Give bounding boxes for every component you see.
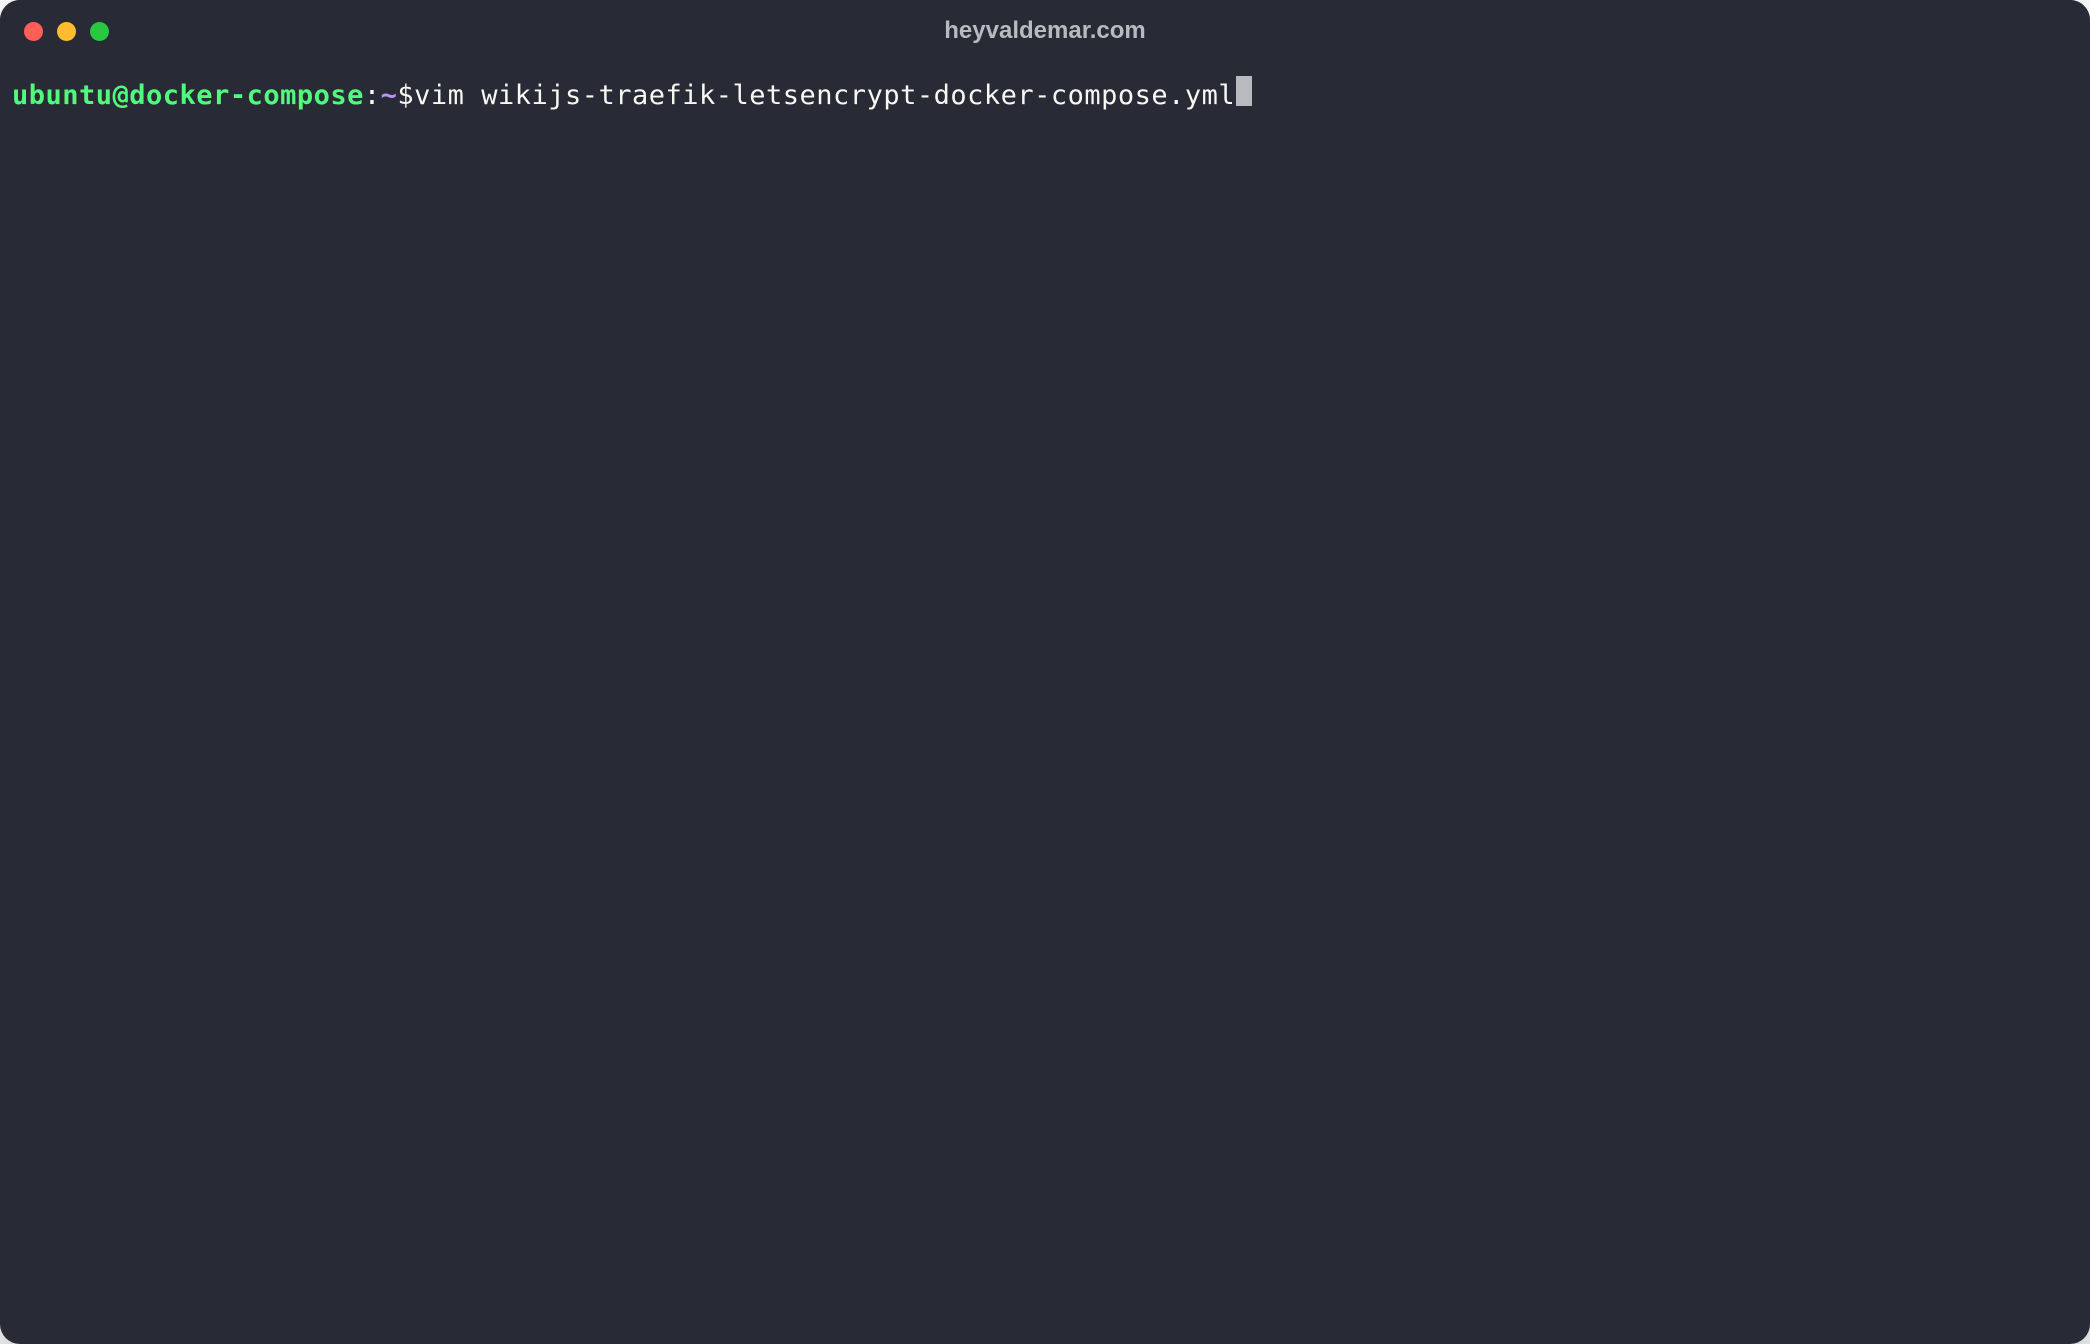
terminal-body[interactable]: ubuntu@docker-compose:~$ vim wikijs-trae… [0,62,2090,1344]
prompt-symbol: $ [397,77,414,115]
traffic-lights [24,22,109,41]
maximize-button[interactable] [90,22,109,41]
prompt-line: ubuntu@docker-compose:~$ vim wikijs-trae… [12,74,2078,115]
prompt-colon: : [364,77,381,115]
terminal-window: heyvaldemar.com ubuntu@docker-compose:~$… [0,0,2090,1344]
prompt-path: ~ [381,77,398,115]
minimize-button[interactable] [57,22,76,41]
command-text: vim wikijs-traefik-letsencrypt-docker-co… [414,77,1235,115]
window-title: heyvaldemar.com [944,17,1145,45]
titlebar[interactable]: heyvaldemar.com [0,0,2090,62]
cursor-icon [1236,76,1252,106]
close-button[interactable] [24,22,43,41]
prompt-user-host: ubuntu@docker-compose [12,77,364,115]
